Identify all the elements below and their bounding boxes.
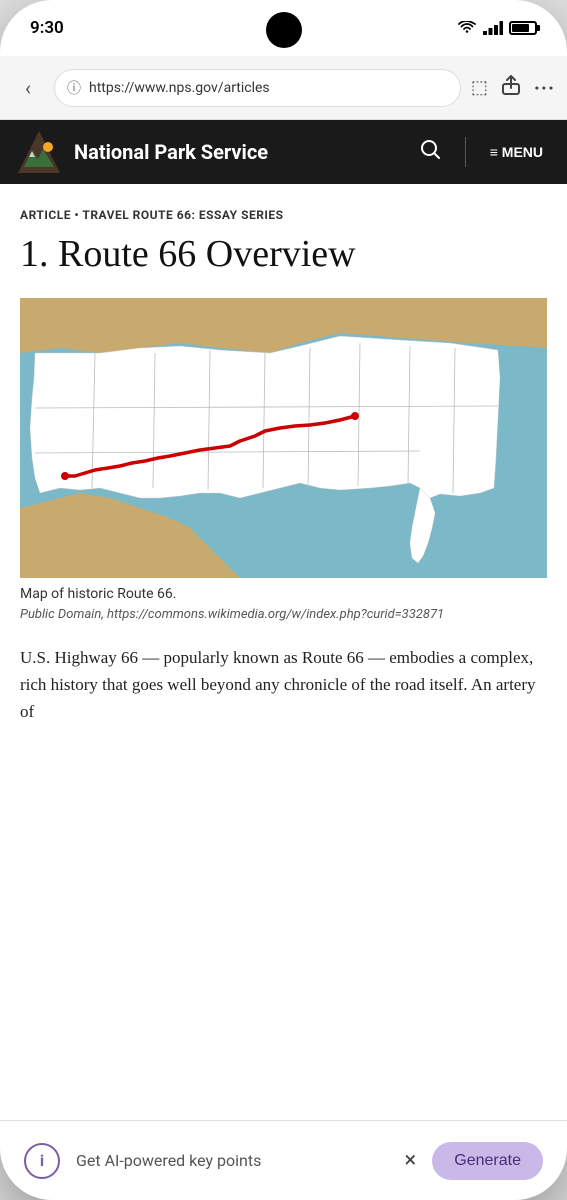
status-icons	[457, 21, 537, 35]
close-button[interactable]: ×	[405, 1148, 417, 1173]
map-caption: Map of historic Route 66.	[20, 586, 547, 602]
ai-info-label: i	[40, 1151, 44, 1170]
phone-frame: 9:30 ‹ ⓘ https:	[0, 0, 567, 1200]
ai-info-icon: i	[24, 1143, 60, 1179]
back-button[interactable]: ‹	[12, 72, 44, 104]
nps-logo-icon	[16, 129, 62, 175]
url-info-icon: ⓘ	[67, 78, 81, 98]
signal-icon	[483, 21, 503, 35]
browser-actions: ⬚ ···	[471, 75, 555, 100]
more-button[interactable]: ···	[534, 76, 555, 100]
menu-label: ≡ MENU	[490, 144, 543, 160]
url-text: https://www.nps.gov/articles	[89, 80, 448, 96]
url-bar[interactable]: ⓘ https://www.nps.gov/articles	[54, 69, 461, 107]
bottom-bar: i Get AI-powered key points × Generate	[0, 1120, 567, 1200]
bookmark-button[interactable]: ⬚	[471, 77, 488, 98]
article-content: ARTICLE • TRAVEL ROUTE 66: ESSAY SERIES …	[0, 184, 567, 1120]
article-category: ARTICLE • TRAVEL ROUTE 66: ESSAY SERIES	[20, 208, 547, 222]
nps-title: National Park Service	[74, 140, 399, 164]
article-title: 1. Route 66 Overview	[20, 232, 547, 278]
nps-search-button[interactable]	[411, 138, 449, 166]
article-body: U.S. Highway 66 — popularly known as Rou…	[20, 644, 547, 726]
map-container: Map of historic Route 66. Public Domain,…	[20, 298, 547, 624]
generate-button[interactable]: Generate	[432, 1142, 543, 1180]
browser-bar: ‹ ⓘ https://www.nps.gov/articles ⬚ ···	[0, 56, 567, 120]
wifi-icon	[457, 21, 477, 35]
share-button[interactable]	[502, 75, 520, 100]
nps-menu-button[interactable]: ≡ MENU	[482, 144, 551, 160]
menu-divider	[465, 137, 466, 167]
route-66-map	[20, 298, 547, 578]
status-time: 9:30	[30, 18, 64, 38]
camera-notch	[266, 12, 302, 48]
map-image	[20, 298, 547, 578]
ai-label: Get AI-powered key points	[76, 1151, 389, 1170]
nps-header: National Park Service ≡ MENU	[0, 120, 567, 184]
battery-icon	[509, 21, 537, 35]
map-credit: Public Domain, https://commons.wikimedia…	[20, 606, 547, 624]
